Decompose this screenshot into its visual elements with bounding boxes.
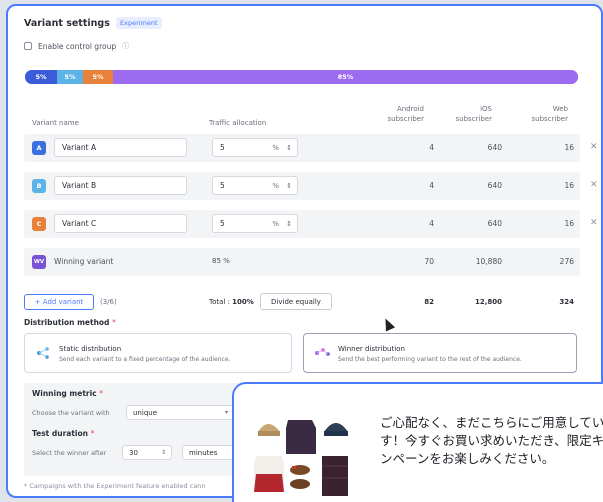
clothing-collage-image [254, 420, 348, 496]
web-count: 16 [564, 143, 574, 152]
traffic-allocation-bar: 5% 5% 5% 85% [25, 70, 578, 84]
ios-count: 640 [487, 143, 502, 152]
winning-pct: 85 % [212, 257, 230, 265]
promo-popup[interactable]: ご心配なく、まだこちらにご用意しています！今すぐお買い求めいただき、限定キャンペ… [232, 382, 603, 502]
static-distribution-desc: Send each variant to a fixed percentage … [59, 356, 231, 363]
bar-segment-c: 5% [83, 70, 113, 84]
ios-count: 640 [487, 181, 502, 190]
android-total: 82 [424, 298, 434, 306]
variant-name-input[interactable]: Variant C [54, 214, 187, 233]
add-variant-button[interactable]: + Add variant [24, 294, 94, 310]
ios-count: 640 [487, 219, 502, 228]
bar-segment-b: 5% [57, 70, 83, 84]
web-count: 16 [564, 219, 574, 228]
variant-row-c: C Variant C 5 % ⇕ 4 640 16 ✕ [24, 210, 598, 238]
select-winner-label: Select the winner after [32, 449, 107, 457]
stepper-icon: ⇕ [286, 219, 292, 228]
traffic-pct-input[interactable]: 5 % ⇕ [212, 138, 298, 157]
android-count: 4 [429, 219, 434, 228]
remove-variant-icon[interactable]: ✕ [590, 218, 598, 228]
winning-metric-select[interactable]: unique ▾ [126, 405, 234, 420]
variant-name-input[interactable]: Variant A [54, 138, 187, 157]
traffic-pct-input[interactable]: 5 % ⇕ [212, 214, 298, 233]
duration-number-input[interactable]: 30 ⇕ [122, 445, 172, 460]
static-distribution-icon [37, 347, 49, 359]
static-distribution-card[interactable]: Static distribution Send each variant to… [24, 333, 292, 373]
variant-badge: C [32, 217, 46, 231]
web-count: 276 [559, 257, 574, 266]
divide-equally-button[interactable]: Divide equally [260, 293, 332, 310]
control-group-checkbox[interactable] [24, 42, 32, 50]
header-traffic-allocation: Traffic allocation [209, 119, 267, 127]
ios-total: 12,800 [474, 298, 502, 306]
distribution-method-label: Distribution method * [24, 318, 116, 327]
bar-segment-a: 5% [25, 70, 57, 84]
winner-distribution-desc: Send the best performing variant to the … [338, 356, 522, 363]
variant-badge: A [32, 141, 46, 155]
header-variant-name: Variant name [32, 119, 79, 127]
variant-badge: B [32, 179, 46, 193]
web-total: 324 [559, 298, 574, 306]
header-android: Android subscriber [387, 105, 424, 123]
chevron-down-icon: ▾ [224, 409, 228, 416]
winning-variant-row: WV Winning variant 85 % 70 10,880 276 [24, 248, 580, 276]
page-title: Variant settings [24, 18, 110, 29]
remove-variant-icon[interactable]: ✕ [590, 142, 598, 152]
android-count: 70 [424, 257, 434, 266]
header-ios: iOS subscriber [455, 105, 492, 123]
ios-count: 10,880 [475, 257, 502, 266]
total-allocation: Total : 100% [209, 298, 254, 306]
variant-count: (3/6) [100, 298, 117, 306]
bar-segment-winner: 85% [113, 70, 578, 84]
android-count: 4 [429, 181, 434, 190]
control-group-label: Enable control group [38, 41, 117, 51]
winning-variant-label: Winning variant [54, 257, 114, 266]
test-duration-label: Test duration * [32, 429, 95, 438]
stepper-icon: ⇕ [160, 449, 166, 456]
winning-metric-label: Winning metric * [32, 389, 103, 398]
winner-distribution-icon [315, 348, 330, 356]
winner-distribution-title: Winner distribution [338, 345, 405, 353]
control-group-row[interactable]: Enable control group ⓘ [24, 41, 129, 51]
variant-row-a: A Variant A 5 % ⇕ 4 640 16 ✕ [24, 134, 598, 162]
choose-variant-label: Choose the variant with [32, 409, 110, 417]
winner-distribution-card[interactable]: Winner distribution Send the best perfor… [303, 333, 577, 373]
promo-message: ご心配なく、まだこちらにご用意しています！今すぐお買い求めいただき、限定キャンペ… [380, 415, 603, 466]
info-icon[interactable]: ⓘ [122, 41, 129, 51]
web-count: 16 [564, 181, 574, 190]
stepper-icon: ⇕ [286, 143, 292, 152]
winner-settings-box: Winning metric * Choose the variant with… [24, 383, 254, 476]
stepper-icon: ⇕ [286, 181, 292, 190]
winning-badge: WV [32, 255, 46, 269]
variant-name-input[interactable]: Variant B [54, 176, 187, 195]
traffic-pct-input[interactable]: 5 % ⇕ [212, 176, 298, 195]
experiment-footnote: * Campaigns with the Experiment feature … [24, 482, 206, 490]
static-distribution-title: Static distribution [59, 345, 122, 353]
android-count: 4 [429, 143, 434, 152]
experiment-badge: Experiment [116, 17, 162, 29]
variant-row-b: B Variant B 5 % ⇕ 4 640 16 ✕ [24, 172, 598, 200]
header-web: Web subscriber [531, 105, 568, 123]
remove-variant-icon[interactable]: ✕ [590, 180, 598, 190]
